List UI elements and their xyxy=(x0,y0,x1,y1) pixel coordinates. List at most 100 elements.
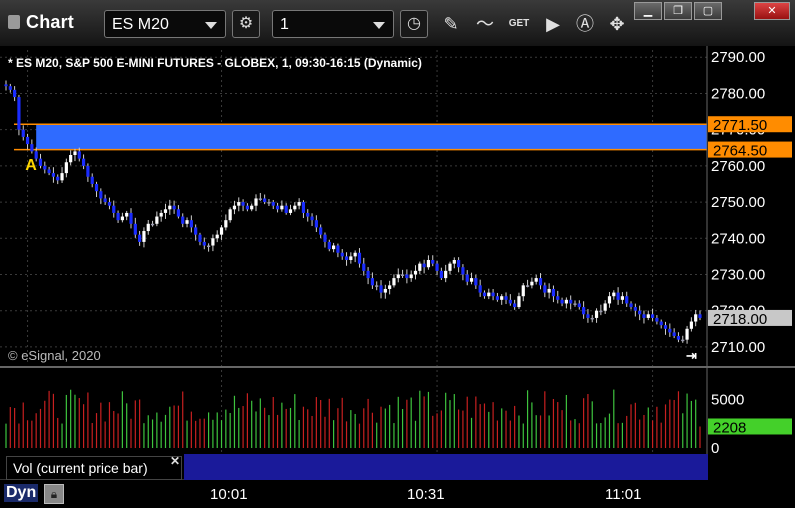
price-tick-label: 2790.00 xyxy=(711,49,765,66)
lock-icon[interactable]: 🔒︎ xyxy=(44,484,64,504)
pencil-draw-icon[interactable]: ✎ xyxy=(438,10,464,38)
candle-body xyxy=(94,183,99,192)
candle-body xyxy=(293,205,297,210)
candle-body xyxy=(646,314,650,318)
candle-body xyxy=(491,292,495,297)
candle-body xyxy=(138,234,142,242)
candle-body xyxy=(375,285,379,287)
hand-tool-icon[interactable]: ✥ xyxy=(604,10,630,38)
candle-body xyxy=(237,202,241,206)
candle-body xyxy=(275,205,280,210)
highlight-zone xyxy=(14,123,708,151)
title-toolbar: Chart ES M20 ⚙ 1 ◷ ✎ 〜 GET ▶ Ⓐ ✥ ▁ ❐ ▢ ✕ xyxy=(0,0,795,47)
price-tick-label: 2740.00 xyxy=(711,230,765,247)
candle-body xyxy=(405,274,409,279)
settings-gear-icon[interactable]: ⚙ xyxy=(232,10,260,38)
candle-body xyxy=(487,292,491,297)
chevron-down-icon[interactable] xyxy=(373,22,385,29)
candle-body xyxy=(73,151,77,155)
candle-body xyxy=(103,198,107,203)
candle-body xyxy=(202,241,206,246)
chart-background xyxy=(0,46,795,480)
candle-body xyxy=(77,151,81,159)
candle-body xyxy=(297,202,301,206)
candle-body xyxy=(327,241,331,250)
maximize-icon[interactable]: ▢ xyxy=(694,2,722,20)
candle-body xyxy=(323,234,327,242)
current-price-tag-label: 2718.00 xyxy=(713,311,767,328)
candle-body xyxy=(517,296,521,308)
price-chart[interactable]: 2790.002780.002770.002760.002750.002740.… xyxy=(0,46,795,480)
restore-icon[interactable]: ❐ xyxy=(664,2,692,20)
candle-body xyxy=(586,314,590,318)
candle-body xyxy=(465,274,469,282)
candle-body xyxy=(336,245,340,253)
candle-body xyxy=(245,205,249,210)
chevron-down-icon[interactable] xyxy=(205,22,217,29)
time-tick-label: 10:01 xyxy=(210,486,248,503)
candle-body xyxy=(599,310,603,313)
candle-body xyxy=(159,212,163,217)
candle-body xyxy=(444,270,448,279)
candle-body xyxy=(655,317,659,322)
candle-body xyxy=(353,252,357,257)
current-volume-tag-label: 2208 xyxy=(713,419,746,436)
candle-body xyxy=(301,202,306,213)
minimize-icon[interactable]: ▁ xyxy=(634,2,662,20)
candle-body xyxy=(155,216,159,224)
candle-body xyxy=(689,321,693,329)
candle-body xyxy=(650,314,655,318)
play-icon[interactable]: ▶ xyxy=(540,10,566,38)
candle-body xyxy=(616,292,620,300)
candle-body xyxy=(538,278,543,286)
candle-body xyxy=(564,299,568,304)
price-level-tag-label: 2764.50 xyxy=(713,143,767,160)
candle-body xyxy=(17,97,21,130)
candle-body xyxy=(448,263,452,271)
candle-body xyxy=(30,144,34,152)
candle-body xyxy=(250,205,254,210)
symbol-value: ES M20 xyxy=(112,16,169,33)
candle-body xyxy=(25,136,30,145)
candle-body xyxy=(698,314,702,318)
study-icon[interactable]: 〜 xyxy=(472,10,498,38)
candle-body xyxy=(556,296,560,300)
get-data-icon[interactable]: GET xyxy=(506,10,532,38)
candle-body xyxy=(413,270,418,275)
scroll-to-end-icon[interactable]: ⇥ xyxy=(686,348,697,363)
candle-body xyxy=(319,227,323,235)
candle-body xyxy=(125,212,129,217)
symbol-select[interactable]: ES M20 xyxy=(104,10,226,38)
volume-legend[interactable]: Vol (current price bar) xyxy=(6,456,182,480)
candle-body xyxy=(676,336,681,340)
candle-body xyxy=(310,216,314,221)
candle-body xyxy=(594,310,599,318)
candle-body xyxy=(612,292,616,297)
candle-body xyxy=(400,274,405,276)
candle-body xyxy=(56,176,60,181)
candle-body xyxy=(194,227,198,235)
candle-body xyxy=(163,209,168,213)
dyn-mode-label[interactable]: Dyn xyxy=(4,484,39,502)
candle-body xyxy=(13,89,17,98)
candle-body xyxy=(409,274,413,279)
chart-title: * ES M20, S&P 500 E-MINI FUTURES - GLOBE… xyxy=(8,56,422,70)
clock-icon[interactable]: ◷ xyxy=(400,10,428,38)
volume-tick-label: 5000 xyxy=(711,391,744,408)
close-icon[interactable]: ✕ xyxy=(754,2,790,20)
window-title-label: Chart xyxy=(26,12,75,32)
candle-body xyxy=(495,296,500,300)
candle-body xyxy=(500,296,504,300)
candle-body xyxy=(607,296,612,304)
candle-body xyxy=(642,314,646,318)
alert-icon[interactable]: Ⓐ xyxy=(572,10,598,38)
interval-select[interactable]: 1 xyxy=(272,10,394,38)
candle-body xyxy=(672,332,676,337)
candle-body xyxy=(388,285,392,289)
candle-body xyxy=(86,165,90,177)
candle-body xyxy=(8,86,12,90)
candle-body xyxy=(224,220,228,228)
close-icon[interactable]: ✕ xyxy=(170,454,180,468)
price-tick-label: 2760.00 xyxy=(711,158,765,175)
candle-body xyxy=(474,278,478,286)
